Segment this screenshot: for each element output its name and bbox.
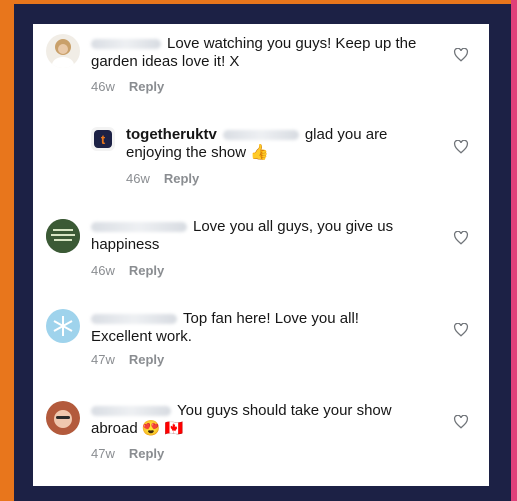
username[interactable]: togetheruktv xyxy=(126,126,217,143)
heart-icon[interactable] xyxy=(453,48,469,62)
reply-button[interactable]: Reply xyxy=(129,352,164,367)
username[interactable] xyxy=(91,406,171,417)
comment-text: Top fan here! Love you all! Excellent wo… xyxy=(91,310,359,345)
reply-button[interactable]: Reply xyxy=(164,171,199,186)
comment-text: Love watching you guys! Keep up the gard… xyxy=(91,35,417,70)
decorative-edge xyxy=(511,0,517,501)
username[interactable] xyxy=(91,222,187,233)
timestamp: 46w xyxy=(91,263,115,278)
timestamp: 46w xyxy=(91,79,115,94)
heart-icon[interactable] xyxy=(453,415,469,429)
avatar[interactable] xyxy=(46,309,80,343)
comments-panel: Love watching you guys! Keep up the gard… xyxy=(33,24,489,486)
comment-meta: 46w Reply xyxy=(126,171,199,186)
reply-button[interactable]: Reply xyxy=(129,79,164,94)
comment-meta: 47w Reply xyxy=(91,352,164,367)
comment-meta: 46w Reply xyxy=(91,263,164,278)
reply-button[interactable]: Reply xyxy=(129,446,164,461)
username[interactable] xyxy=(91,39,161,50)
comment-text: Love you all guys, you give us happiness xyxy=(91,218,394,253)
username[interactable] xyxy=(91,314,177,325)
comment-meta: 47w Reply xyxy=(91,446,164,461)
comment-text: togetheruktv glad you are enjoying the sh… xyxy=(126,126,388,161)
comment-text: You guys should take your show abroad 😍 … xyxy=(91,402,392,437)
heart-icon[interactable] xyxy=(453,140,469,154)
heart-icon[interactable] xyxy=(453,323,469,337)
comment-meta: 46w Reply xyxy=(91,79,164,94)
avatar[interactable] xyxy=(46,219,80,253)
mention[interactable] xyxy=(222,130,299,141)
togetheruktv-logo[interactable]: t xyxy=(91,127,115,151)
timestamp: 47w xyxy=(91,352,115,367)
timestamp: 46w xyxy=(126,171,150,186)
svg-text:t: t xyxy=(101,132,106,147)
reply-button[interactable]: Reply xyxy=(129,263,164,278)
avatar[interactable] xyxy=(46,401,80,435)
timestamp: 47w xyxy=(91,446,115,461)
avatar[interactable] xyxy=(46,34,80,68)
heart-icon[interactable] xyxy=(453,231,469,245)
